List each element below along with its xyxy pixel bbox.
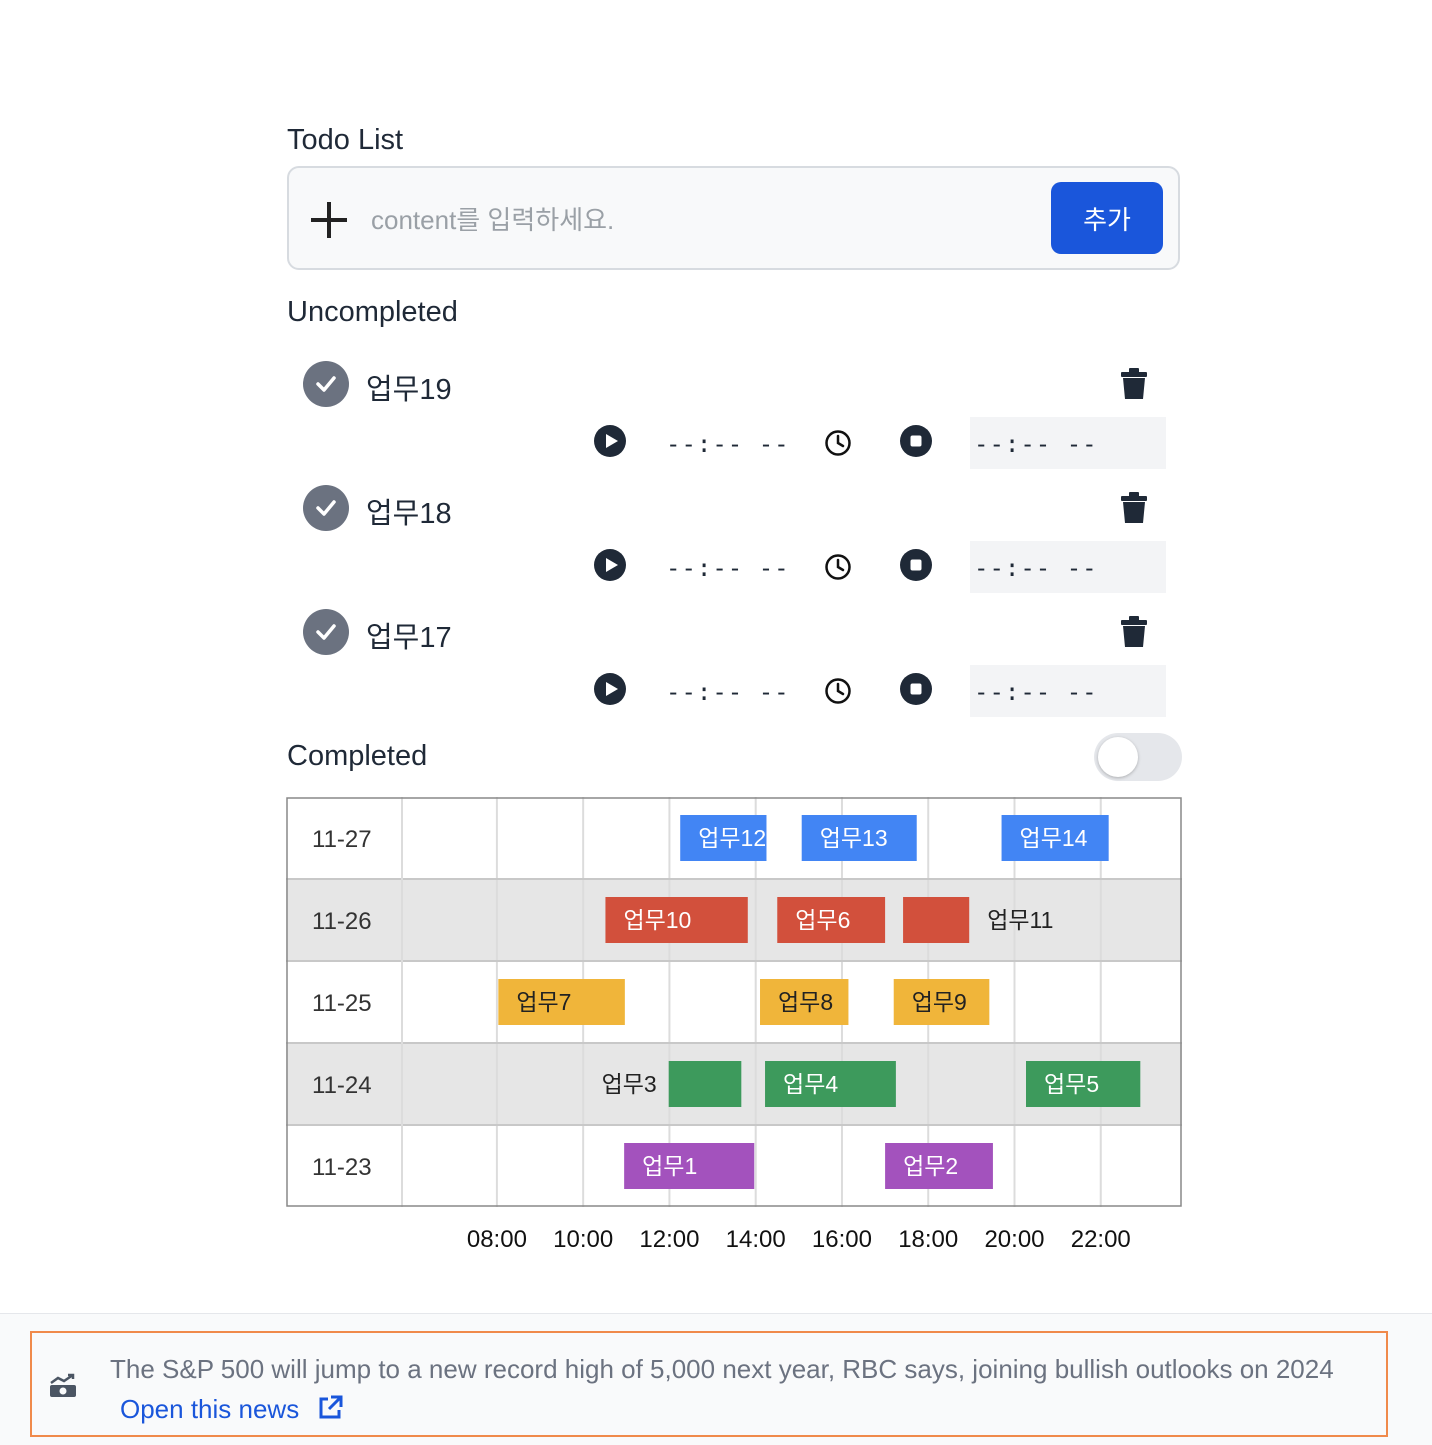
- clock-icon[interactable]: [824, 677, 852, 710]
- timeline-task-label: 업무8: [778, 989, 833, 1015]
- timeline-task-label: 업무11: [987, 907, 1053, 933]
- play-icon[interactable]: [594, 673, 626, 705]
- timeline-date-label: 11-23: [312, 1154, 372, 1181]
- timeline-hour-label: 22:00: [1070, 1226, 1131, 1253]
- open-news-link[interactable]: Open this news: [120, 1394, 344, 1424]
- todo-list-title: Todo List: [287, 124, 404, 156]
- play-icon[interactable]: [594, 425, 626, 457]
- timeline-date-label: 11-24: [312, 1072, 372, 1099]
- completed-toggle[interactable]: [1094, 733, 1182, 781]
- task-title: 업무19: [366, 374, 452, 406]
- timeline-task-bar: [668, 1061, 742, 1107]
- external-link-icon: [316, 1393, 344, 1433]
- timeline-row-bg: [286, 961, 1182, 1043]
- start-time-display[interactable]: --:-- --: [666, 554, 790, 582]
- timeline-task-label: 업무7: [516, 989, 571, 1015]
- open-news-label: Open this news: [120, 1394, 300, 1424]
- clock-icon[interactable]: [824, 553, 852, 586]
- stop-icon[interactable]: [900, 549, 932, 581]
- timeline-task-label: 업무5: [1044, 1071, 1099, 1097]
- complete-check-icon[interactable]: [303, 485, 349, 531]
- timeline-task-bar: [903, 897, 970, 943]
- timeline-hour-label: 14:00: [725, 1226, 786, 1253]
- end-time-display: --:-- --: [974, 678, 1098, 706]
- end-time-field[interactable]: --:-- --: [970, 665, 1166, 717]
- timeline-chart: 11-27 업무12 업무13 업무14 11-26 업무10 업무6 업무11 11-25 업무…: [286, 797, 1182, 1207]
- timeline-task-label: 업무2: [903, 1153, 958, 1179]
- todo-input-bar: 추가: [287, 166, 1180, 270]
- uncompleted-title: Uncompleted: [287, 296, 458, 328]
- timeline-hour-label: 20:00: [984, 1226, 1045, 1253]
- timeline-task-label: 업무3: [602, 1071, 657, 1097]
- completed-title: Completed: [287, 740, 428, 772]
- timeline-date-label: 11-25: [312, 990, 372, 1017]
- timeline-task-label: 업무9: [912, 989, 967, 1015]
- end-time-display: --:-- --: [974, 430, 1098, 458]
- timeline-task-label: 업무12: [698, 825, 766, 851]
- trash-icon[interactable]: [1120, 368, 1148, 405]
- timeline-task-label: 업무13: [820, 825, 888, 851]
- end-time-field[interactable]: --:-- --: [970, 417, 1166, 469]
- timeline-task-label: 업무4: [783, 1071, 838, 1097]
- add-button[interactable]: 추가: [1051, 182, 1163, 254]
- task-title: 업무17: [366, 622, 452, 654]
- plus-icon[interactable]: [311, 202, 347, 238]
- complete-check-icon[interactable]: [303, 609, 349, 655]
- timeline-hour-label: 08:00: [466, 1226, 527, 1253]
- timeline-task-label: 업무1: [642, 1153, 697, 1179]
- start-time-display[interactable]: --:-- --: [666, 678, 790, 706]
- stop-icon[interactable]: [900, 673, 932, 705]
- timeline-task-label: 업무6: [795, 907, 850, 933]
- task-title: 업무18: [366, 498, 452, 530]
- timeline-hour-label: 12:00: [639, 1226, 700, 1253]
- todo-content-input[interactable]: [369, 196, 1043, 244]
- complete-check-icon[interactable]: [303, 361, 349, 407]
- timeline-hour-label: 16:00: [811, 1226, 872, 1253]
- start-time-display[interactable]: --:-- --: [666, 430, 790, 458]
- end-time-display: --:-- --: [974, 554, 1098, 582]
- timeline-chart-svg: 11-27 업무12 업무13 업무14 11-26 업무10 업무6 업무11 11-25 업무…: [286, 797, 1182, 1207]
- trash-icon[interactable]: [1120, 616, 1148, 653]
- end-time-field[interactable]: --:-- --: [970, 541, 1166, 593]
- timeline-date-label: 11-26: [312, 908, 372, 935]
- clock-icon[interactable]: [824, 429, 852, 462]
- news-headline: The S&P 500 will jump to a new record hi…: [110, 1354, 1334, 1384]
- timeline-date-label: 11-27: [312, 826, 372, 853]
- trash-icon[interactable]: [1120, 492, 1148, 529]
- timeline-hour-label: 10:00: [553, 1226, 614, 1253]
- play-icon[interactable]: [594, 549, 626, 581]
- stock-chart-icon: [48, 1373, 78, 1404]
- timeline-task-label: 업무14: [1020, 825, 1088, 851]
- news-text-block: The S&P 500 will jump to a new record hi…: [110, 1349, 1370, 1433]
- timeline-task-label: 업무10: [623, 907, 691, 933]
- timeline-hour-label: 18:00: [898, 1226, 959, 1253]
- stop-icon[interactable]: [900, 425, 932, 457]
- toggle-knob: [1098, 737, 1138, 777]
- news-banner: The S&P 500 will jump to a new record hi…: [30, 1331, 1388, 1437]
